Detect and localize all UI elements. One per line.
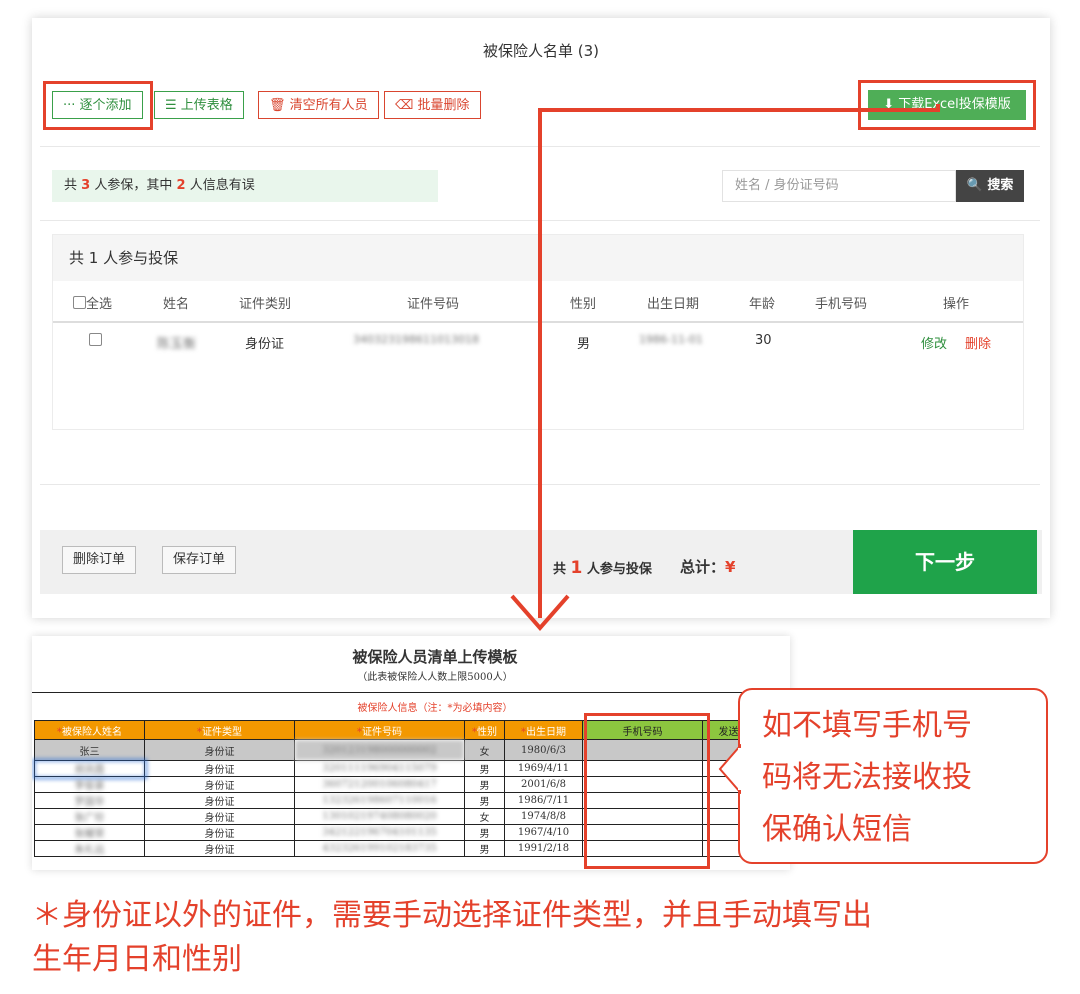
cell-type: 身份证	[144, 824, 295, 841]
excel-header-name: 被保险人姓名	[62, 726, 122, 738]
cell-gender: 男	[464, 760, 505, 777]
excel-header: *证件号码	[294, 720, 465, 740]
footnote-line: ＊身份证以外的证件，需要手动选择证件类型，并且手动填写出	[32, 898, 872, 933]
cell-id: 320111196904115079	[294, 760, 465, 777]
cell-gender: 男	[464, 840, 505, 857]
phone-warning-callout: 如不填写手机号 码将无法接收投 保确认短信	[738, 688, 1048, 864]
cell-name: 张三	[34, 739, 145, 761]
excel-subtitle: （此表被保险人人数上限5000人）	[357, 672, 513, 683]
cell-id: 342122196704101135	[294, 824, 465, 841]
cell-id: 360721200106080417	[294, 776, 465, 793]
cell-id: 320123198000000002	[294, 739, 465, 761]
callout-line: 保确认短信	[762, 812, 912, 847]
cell-birth: 1974/8/8	[504, 808, 583, 825]
excel-title: 被保险人员清单上传模板	[352, 648, 518, 666]
document-type-footnote: ＊身份证以外的证件，需要手动选择证件类型，并且手动填写出 生年月日和性别	[32, 894, 1052, 982]
cell-name: 李俊豪	[34, 776, 145, 793]
cell-name-selected[interactable]: 郑凤霞	[32, 758, 147, 779]
excel-header: *出生日期	[504, 720, 583, 740]
cell-id: 130102197408080020	[294, 808, 465, 825]
excel-header: *性别	[464, 720, 505, 740]
cell-type: 身份证	[144, 760, 295, 777]
cell-type: 身份证	[144, 776, 295, 793]
excel-rule	[32, 692, 790, 693]
cell-birth: 1969/4/11	[504, 760, 583, 777]
cell-birth: 1991/2/18	[504, 840, 583, 857]
cell-gender: 男	[464, 776, 505, 793]
cell-type: 身份证	[144, 808, 295, 825]
excel-header-id: 证件号码	[362, 726, 402, 738]
excel-header: *证件类型	[144, 720, 295, 740]
phone-column-highlight	[584, 713, 710, 869]
excel-header-birth: 出生日期	[526, 726, 566, 738]
cell-name: 张广珍	[34, 808, 145, 825]
cell-gender: 女	[464, 808, 505, 825]
callout-pointer	[718, 744, 742, 794]
cell-name: 罗国华	[34, 792, 145, 809]
cell-id: 132326198607110016	[294, 792, 465, 809]
cell-type: 身份证	[144, 840, 295, 857]
cell-name: 朱礼远	[34, 840, 145, 857]
arrow-line	[538, 104, 940, 618]
cell-birth: 1967/4/10	[504, 824, 583, 841]
cell-birth: 1980/6/3	[504, 739, 583, 761]
cell-gender: 女	[464, 739, 505, 761]
footnote-line: 生年月日和性别	[32, 942, 242, 977]
excel-header: *被保险人姓名	[34, 720, 145, 740]
cell-type: 身份证	[144, 792, 295, 809]
callout-line: 码将无法接收投	[762, 760, 972, 795]
excel-header-gender: 性别	[477, 726, 497, 738]
cell-birth: 2001/6/8	[504, 776, 583, 793]
cell-gender: 男	[464, 792, 505, 809]
cell-id: 432326199102183735	[294, 840, 465, 857]
cell-type: 身份证	[144, 739, 295, 761]
cell-gender: 男	[464, 824, 505, 841]
excel-section-title: 被保险人信息（注：*为必填内容）	[357, 703, 513, 714]
excel-header-type: 证件类型	[202, 726, 242, 738]
cell-birth: 1986/7/11	[504, 792, 583, 809]
callout-line: 如不填写手机号	[762, 708, 972, 743]
cell-name: 张耀荣	[34, 824, 145, 841]
